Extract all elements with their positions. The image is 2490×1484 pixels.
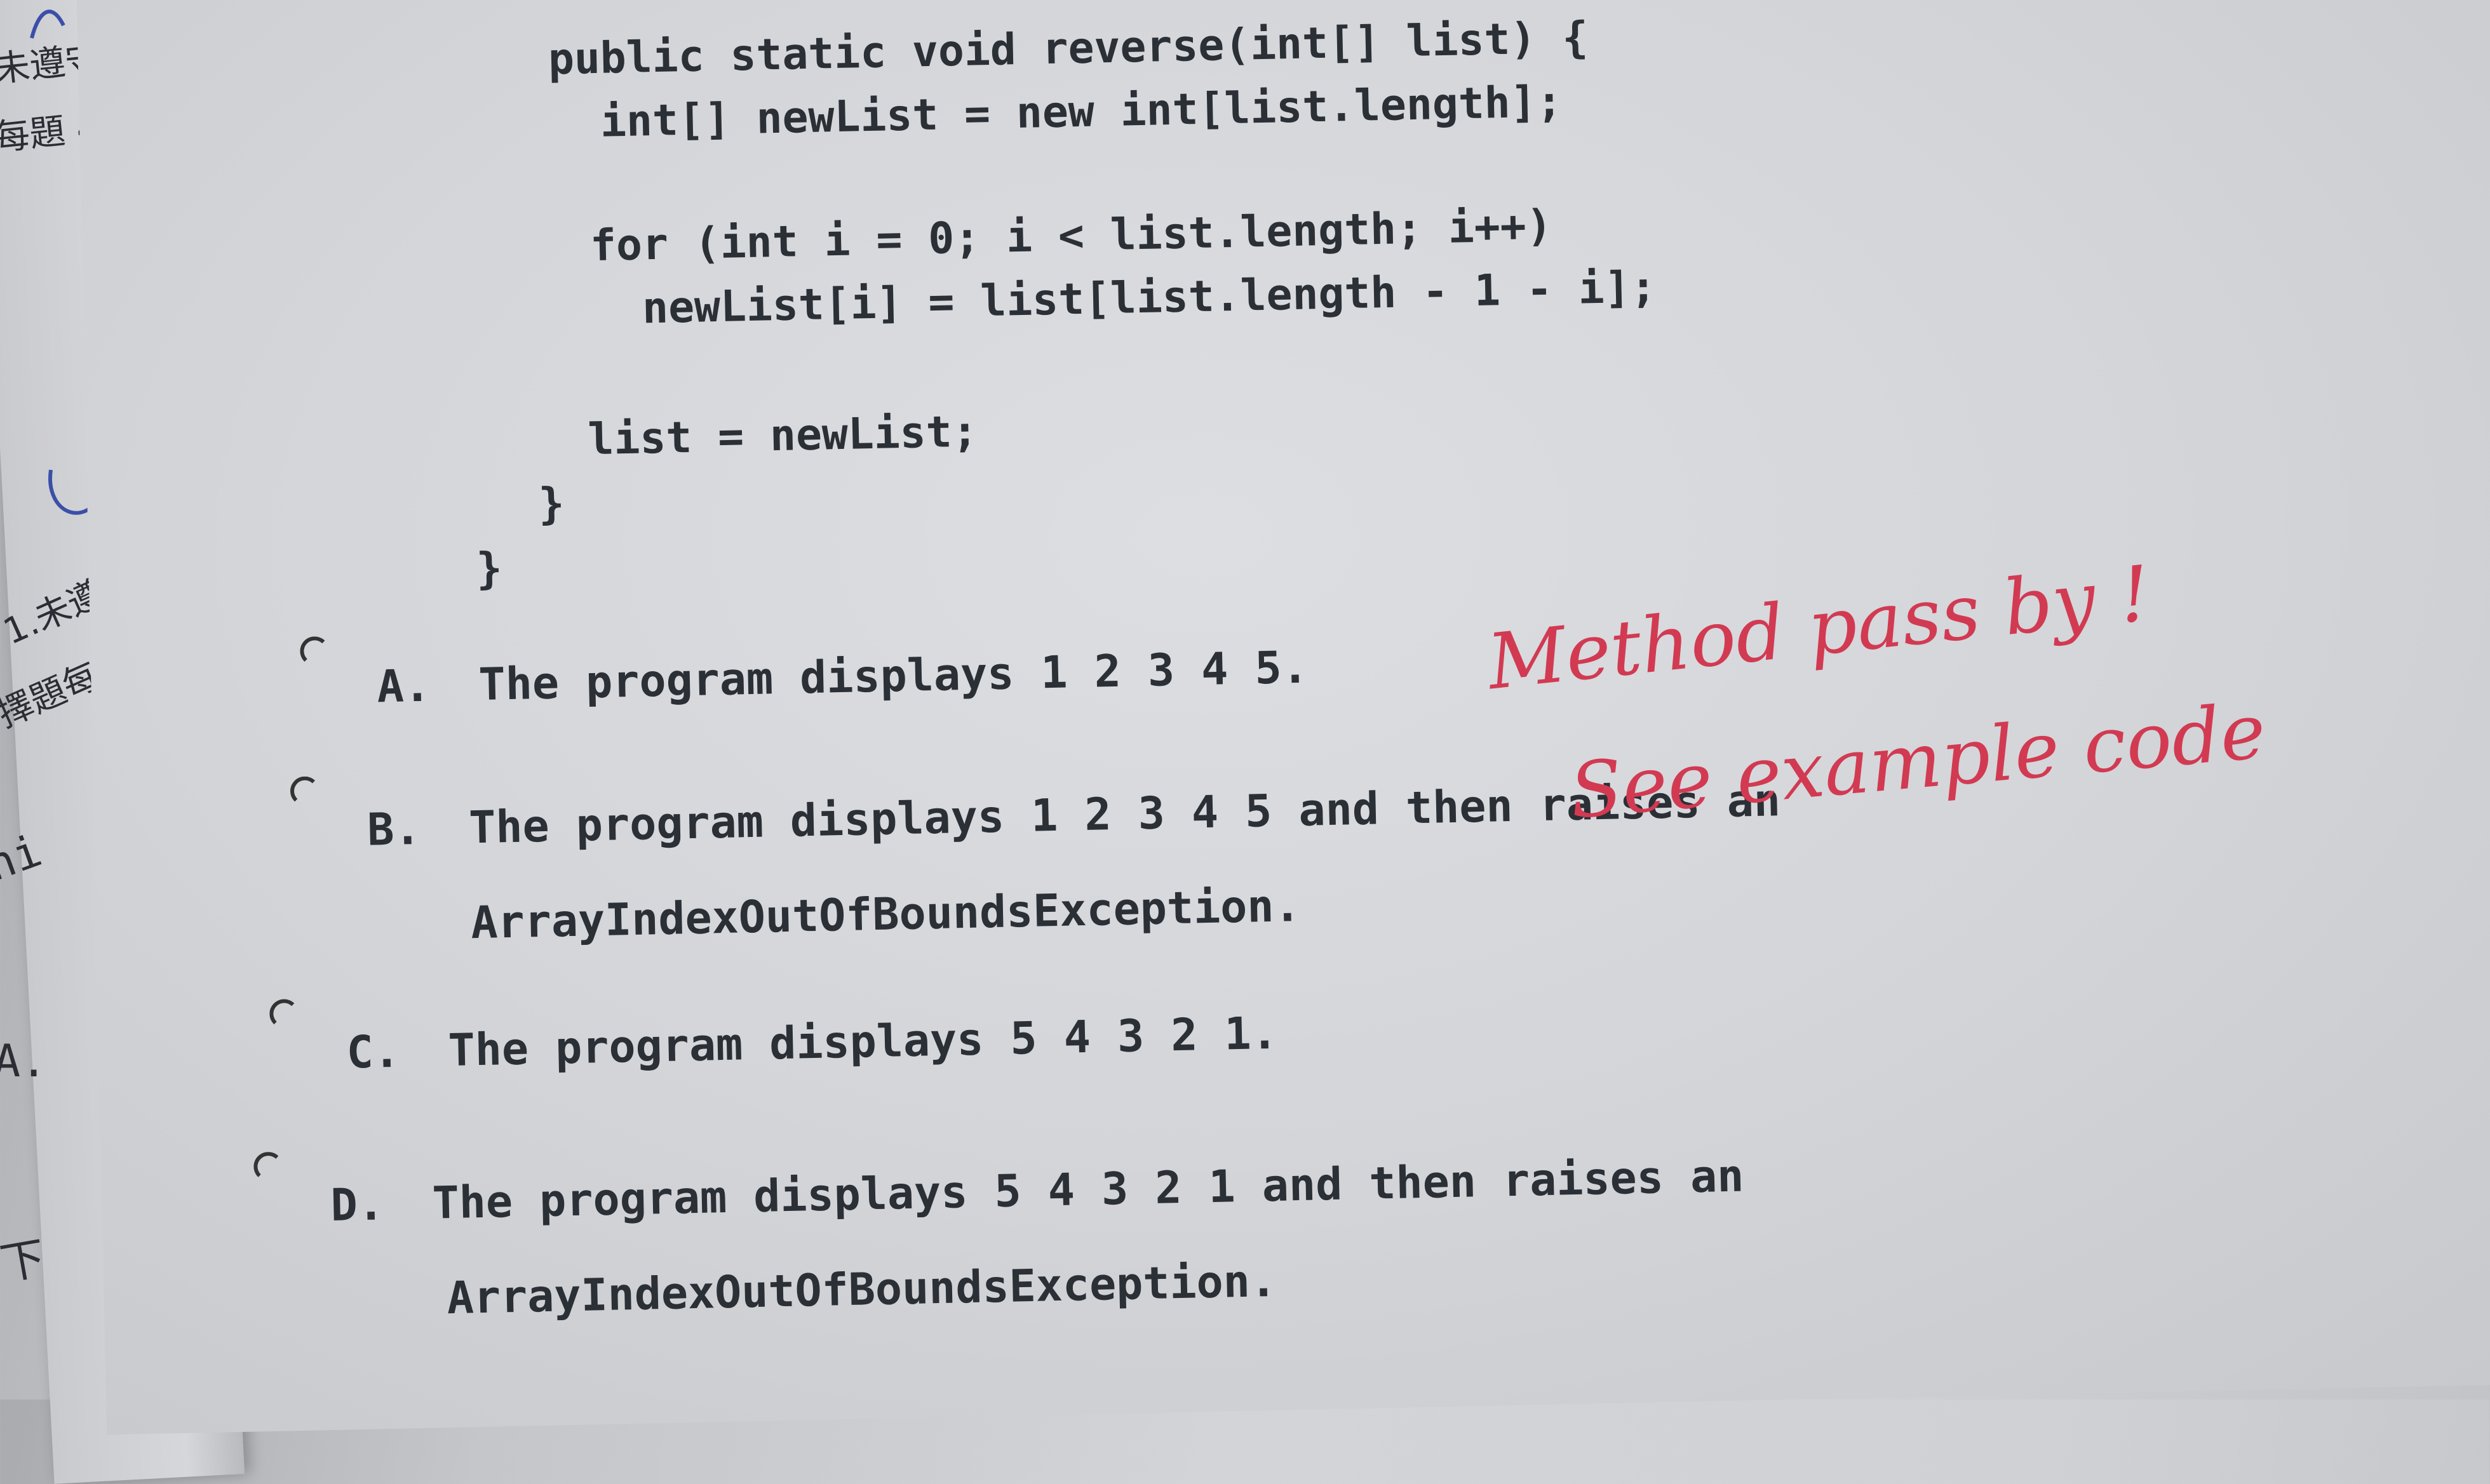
code-line-loop-body: newList[i] = list[list.length - 1 - i]; bbox=[642, 262, 1657, 334]
choice-d-text: The program displays 5 4 3 2 1 and then … bbox=[431, 1149, 1745, 1229]
code-line-assign: list = newList; bbox=[587, 406, 979, 465]
choice-a-text: The program displays 1 2 3 4 5. bbox=[478, 641, 1309, 711]
choice-c-text: The program displays 5 4 3 2 1. bbox=[447, 1006, 1279, 1077]
choice-a-radio[interactable] bbox=[299, 636, 330, 666]
code-line-new-array: int[] newList = new int[list.length]; bbox=[600, 77, 1563, 147]
left-sheet-line: A. bbox=[0, 1035, 48, 1087]
choice-c-radio[interactable] bbox=[269, 999, 299, 1029]
choice-b-text-continued: ArrayIndexOutOfBoundsException. bbox=[470, 879, 1302, 949]
choice-b-label: B. bbox=[367, 802, 422, 856]
choice-d-radio[interactable] bbox=[253, 1151, 283, 1182]
choice-d-label: D. bbox=[330, 1178, 385, 1232]
code-line-for-loop: for (int i = 0; i < list.length; i++) bbox=[589, 201, 1553, 272]
code-line-signature: public static void reverse(int[] list) { bbox=[548, 13, 1589, 85]
choice-d-text-continued: ArrayIndexOutOfBoundsException. bbox=[446, 1254, 1277, 1325]
choice-a-label: A. bbox=[376, 659, 431, 713]
code-line-close-class: } bbox=[475, 544, 503, 595]
choice-b-radio[interactable] bbox=[290, 776, 320, 806]
code-line-close-method: } bbox=[537, 479, 565, 530]
choice-c-label: C. bbox=[346, 1025, 401, 1079]
